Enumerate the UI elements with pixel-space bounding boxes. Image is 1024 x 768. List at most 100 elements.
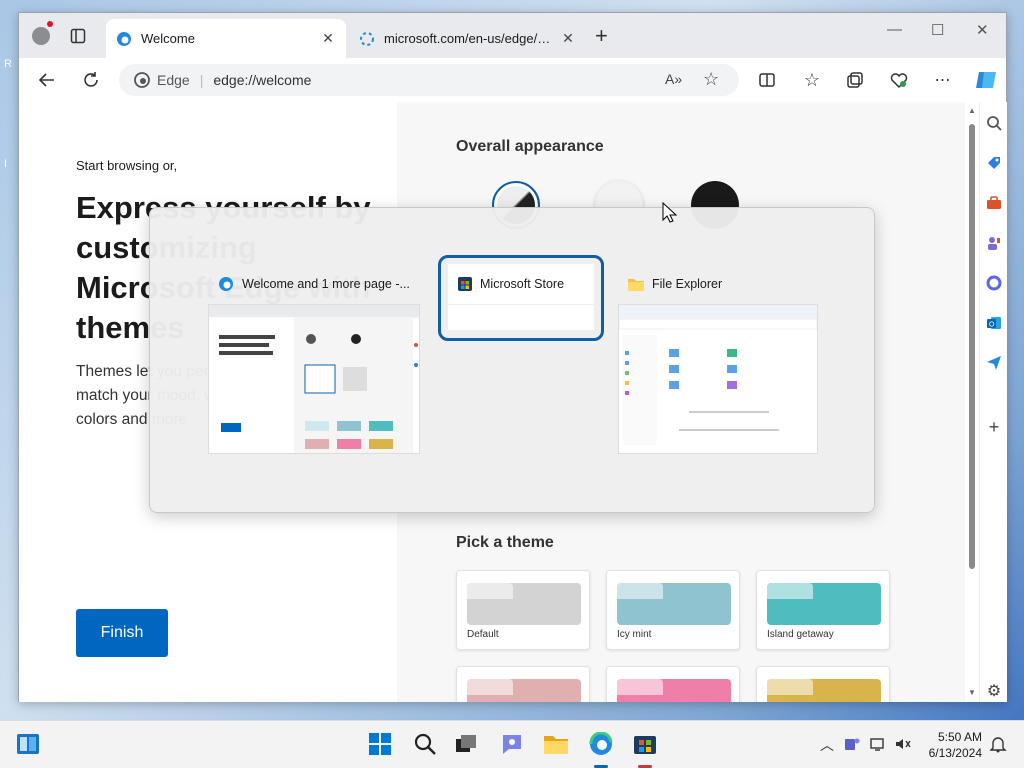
- switcher-window-microsoft-store[interactable]: Microsoft Store: [448, 264, 594, 330]
- folder-icon: [544, 736, 568, 754]
- copilot-icon: [976, 72, 996, 88]
- search-icon: [414, 733, 436, 755]
- start-browsing-text: Start browsing or,: [76, 158, 178, 173]
- theme-card-island-getaway[interactable]: Island getaway: [756, 570, 890, 650]
- tab-title: Welcome: [141, 31, 195, 46]
- desktop-icon-label: R: [4, 58, 12, 70]
- favorites-icon: ☆: [803, 69, 821, 90]
- scroll-down-icon[interactable]: ▼: [968, 688, 976, 697]
- profile-button[interactable]: [27, 21, 55, 49]
- theme-card[interactable]: [756, 666, 890, 702]
- refresh-button[interactable]: [79, 68, 103, 92]
- switcher-window-title: Welcome and 1 more page -...: [242, 277, 410, 291]
- collections-button[interactable]: [843, 68, 867, 92]
- theme-preview-tab: [467, 583, 513, 599]
- taskbar: ︿ 5:50 AM 6/13/2024: [0, 720, 1024, 768]
- read-aloud-icon[interactable]: A»: [665, 71, 682, 87]
- theme-card-icy-mint[interactable]: Icy mint: [606, 570, 740, 650]
- theme-preview-tab: [767, 583, 813, 599]
- theme-label: Icy mint: [617, 629, 652, 640]
- theme-preview-tab: [617, 679, 663, 695]
- maximize-button[interactable]: ☐: [931, 21, 944, 39]
- edge-logo-icon: [117, 31, 131, 46]
- send-icon[interactable]: [985, 354, 1003, 372]
- overall-appearance-title: Overall appearance: [456, 138, 604, 155]
- favorite-star-icon[interactable]: ☆: [703, 69, 719, 90]
- new-tab-button[interactable]: +: [595, 25, 608, 47]
- notifications-button[interactable]: [988, 731, 1008, 757]
- task-view-icon: [456, 735, 476, 752]
- notification-bell-icon: [989, 737, 1007, 753]
- switcher-window-header: Microsoft Store: [448, 264, 594, 304]
- theme-card[interactable]: [606, 666, 740, 702]
- start-button[interactable]: [367, 731, 393, 757]
- search-button[interactable]: [412, 731, 438, 757]
- scroll-up-icon[interactable]: ▲: [968, 106, 976, 115]
- vertical-tabs-button[interactable]: [67, 25, 89, 47]
- copilot-button[interactable]: [973, 67, 999, 93]
- edge-logo-icon: [219, 277, 233, 291]
- network-icon[interactable]: [869, 731, 887, 757]
- minimize-button[interactable]: —: [887, 21, 902, 38]
- widgets-button[interactable]: [15, 731, 41, 757]
- collections-icon: [847, 72, 863, 88]
- back-arrow-icon: [38, 73, 54, 87]
- edge-window-thumbnail: [209, 305, 419, 453]
- volume-muted-icon[interactable]: [894, 731, 912, 757]
- switcher-window-preview: [448, 304, 594, 330]
- switcher-window-file-explorer[interactable]: File Explorer: [618, 264, 818, 454]
- store-icon: [634, 736, 656, 754]
- shopping-tag-icon[interactable]: [985, 154, 1003, 172]
- back-button[interactable]: [35, 68, 59, 92]
- search-icon[interactable]: [985, 114, 1003, 132]
- add-icon[interactable]: +: [985, 417, 1003, 437]
- file-explorer-button[interactable]: [543, 731, 569, 757]
- tab-close-button[interactable]: ✕: [320, 30, 336, 47]
- chat-button[interactable]: [499, 731, 525, 757]
- tab-welcome[interactable]: Welcome ✕: [106, 19, 346, 58]
- switcher-window-header: Welcome and 1 more page -...: [208, 264, 420, 304]
- widgets-icon: [17, 734, 39, 754]
- svg-text:O: O: [989, 322, 995, 329]
- desktop-icon-label: I: [4, 158, 8, 170]
- microsoft-365-icon[interactable]: [985, 274, 1003, 292]
- clock-date: 6/13/2024: [928, 746, 982, 760]
- more-dots-icon: ⋯: [934, 72, 952, 89]
- teams-chat-icon: [503, 735, 521, 754]
- task-view-button[interactable]: [453, 731, 479, 757]
- teams-tray-icon[interactable]: [843, 731, 861, 757]
- gear-icon[interactable]: ⚙: [985, 682, 1003, 700]
- switcher-window-preview: [618, 304, 818, 454]
- edge-taskbar-button[interactable]: [588, 731, 614, 757]
- browser-essentials-button[interactable]: [887, 68, 911, 92]
- close-window-button[interactable]: ✕: [976, 21, 989, 39]
- games-icon[interactable]: [985, 234, 1003, 252]
- tab-microsoft-edge-welcome[interactable]: microsoft.com/en-us/edge/welco ✕: [349, 19, 586, 58]
- edge-sidebar: O + ⚙: [979, 102, 1007, 702]
- outlook-icon[interactable]: O: [985, 314, 1003, 332]
- theme-label: Island getaway: [767, 629, 834, 640]
- settings-and-more-button[interactable]: ⋯: [931, 68, 955, 92]
- switcher-window-header: File Explorer: [618, 264, 818, 304]
- show-hidden-icons-chevron-icon[interactable]: ︿: [820, 735, 834, 755]
- address-separator: |: [199, 72, 204, 88]
- scrollbar-thumb[interactable]: [969, 124, 975, 569]
- clock[interactable]: 5:50 AM 6/13/2024: [926, 729, 982, 761]
- split-screen-button[interactable]: [755, 68, 779, 92]
- page-scrollbar[interactable]: ▲ ▼: [965, 102, 979, 702]
- favorites-button[interactable]: ☆: [800, 68, 824, 92]
- theme-card[interactable]: [456, 666, 590, 702]
- finish-button[interactable]: Finish: [76, 609, 168, 657]
- tab-close-button[interactable]: ✕: [560, 30, 576, 47]
- theme-preview-tab: [767, 679, 813, 695]
- site-identity: Edge: [157, 72, 190, 88]
- switcher-window-title: Microsoft Store: [480, 277, 565, 291]
- tab-title: microsoft.com/en-us/edge/welco: [384, 31, 551, 46]
- tools-icon[interactable]: [985, 194, 1003, 212]
- theme-card-default[interactable]: Default: [456, 570, 590, 650]
- mouse-cursor-icon: [662, 202, 678, 223]
- switcher-window-title: File Explorer: [652, 277, 723, 291]
- switcher-window-edge[interactable]: Welcome and 1 more page -...: [208, 264, 420, 454]
- microsoft-store-button[interactable]: [632, 731, 658, 757]
- address-bar[interactable]: Edge | edge://welcome A» ☆: [119, 64, 739, 96]
